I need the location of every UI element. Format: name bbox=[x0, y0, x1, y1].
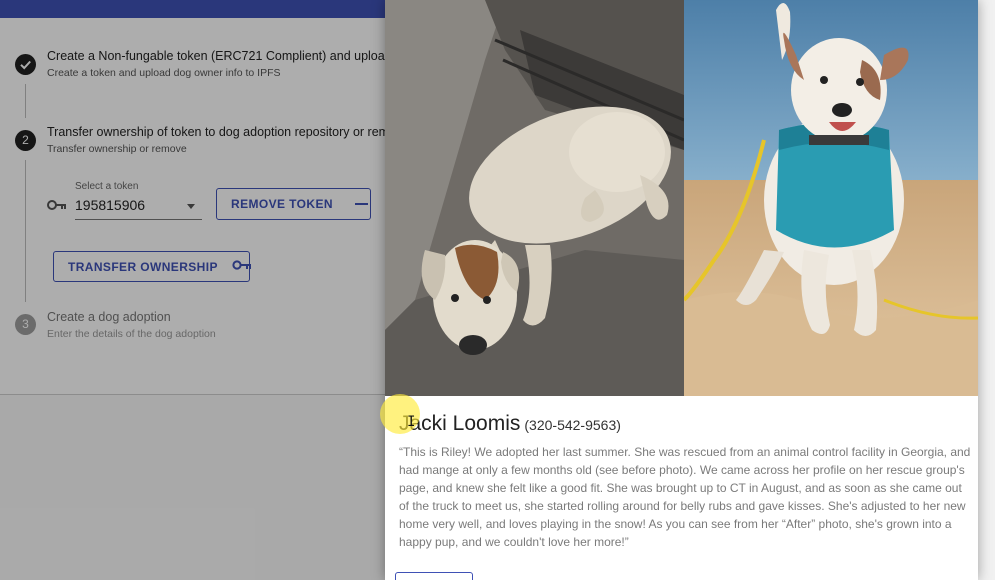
adoption-story-dialog: Jacki Loomis (320-542-9563) “This is Rile… bbox=[385, 0, 978, 580]
owner-name-heading: Jacki Loomis (320-542-9563) bbox=[399, 412, 621, 436]
scrollbar-track[interactable] bbox=[978, 0, 995, 580]
before-photo bbox=[385, 0, 684, 396]
text-cursor-icon: I bbox=[407, 414, 416, 430]
adoption-story-text: “This is Riley! We adopted her last summ… bbox=[399, 445, 971, 549]
after-photo bbox=[684, 0, 978, 396]
dialog-action-button[interactable] bbox=[395, 572, 473, 580]
owner-phone: (320-542-9563) bbox=[524, 417, 621, 433]
